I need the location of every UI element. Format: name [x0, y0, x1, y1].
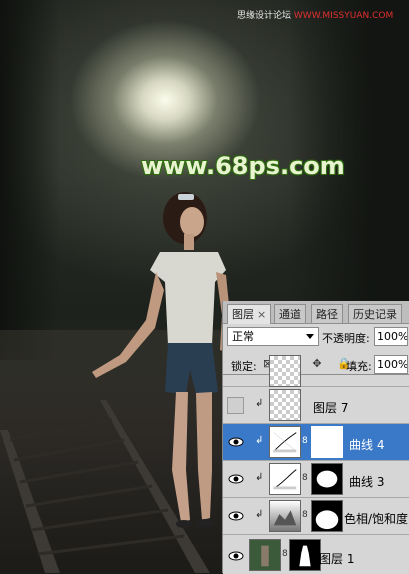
- tab-history-label: 历史记录: [353, 308, 397, 321]
- layer-mask-thumbnail[interactable]: [311, 463, 343, 495]
- tab-layers[interactable]: 图层 ×: [227, 304, 272, 324]
- tab-paths-label: 路径: [316, 308, 338, 321]
- link-icon[interactable]: 8: [302, 436, 308, 446]
- link-icon[interactable]: 8: [282, 549, 288, 559]
- panel-tabs: 图层 × 通道 路径 历史记录: [223, 301, 409, 324]
- fill-input[interactable]: 100%: [374, 355, 408, 374]
- clip-arrow-icon: ↲: [255, 472, 264, 483]
- tab-close-icon[interactable]: ×: [257, 308, 266, 321]
- eye-icon[interactable]: [227, 433, 245, 451]
- eye-icon[interactable]: [227, 507, 245, 525]
- hue-saturation-adjustment-icon: [269, 500, 301, 532]
- visibility-toggle-empty[interactable]: [227, 397, 244, 414]
- layer-name: 色相/饱和度: [344, 512, 409, 526]
- layer-thumbnail: [269, 389, 301, 421]
- lock-label: 锁定:: [231, 360, 257, 373]
- watermark: 思缘设计论坛 WWW.MISSYUAN.COM: [237, 8, 393, 21]
- watermark-site: WWW.MISSYUAN.COM: [293, 11, 394, 21]
- link-icon[interactable]: 8: [302, 473, 308, 483]
- layer-name: 曲线 4: [349, 438, 385, 452]
- tab-channels[interactable]: 通道: [274, 304, 306, 323]
- layer-name: 图层 7: [313, 401, 349, 415]
- curves-adjustment-icon: [269, 426, 301, 458]
- eye-icon[interactable]: [227, 470, 245, 488]
- clip-arrow-icon: ↲: [255, 435, 264, 446]
- fill-label: 填充:: [346, 360, 372, 373]
- tab-paths[interactable]: 路径: [311, 304, 343, 323]
- layer-row-hue-saturation[interactable]: ↲ 8 色相/饱和度: [223, 498, 409, 535]
- eye-icon[interactable]: [227, 547, 245, 565]
- chevron-down-icon: [306, 334, 314, 339]
- layer-row-curves4[interactable]: ↲ 8 曲线 4: [223, 424, 409, 461]
- layer-mask-thumbnail[interactable]: [289, 539, 321, 571]
- clip-arrow-icon: ↲: [255, 509, 264, 520]
- overlay-site-text: www.68ps.com: [141, 152, 345, 180]
- tab-layers-label: 图层: [232, 308, 254, 321]
- layer-name: 图层 1: [319, 552, 355, 566]
- clip-arrow-icon: ↲: [255, 398, 264, 409]
- layers-list: ↲ 图层 7 ↲ 8 曲线 4 ↲ 8 曲线 3 ↲ 8 色相/饱和度 8 图层…: [223, 355, 409, 574]
- blend-mode-value: 正常: [232, 330, 254, 343]
- link-icon[interactable]: 8: [302, 510, 308, 520]
- layer-mask-thumbnail[interactable]: [311, 426, 343, 458]
- layer-name: 曲线 3: [349, 475, 385, 489]
- layer-thumbnail-photo: [249, 539, 281, 571]
- layer-row-curves3[interactable]: ↲ 8 曲线 3: [223, 461, 409, 498]
- tab-history[interactable]: 历史记录: [348, 304, 402, 323]
- watermark-prefix: 思缘设计论坛: [237, 11, 292, 21]
- layer-mask-thumbnail[interactable]: [311, 500, 343, 532]
- curves-adjustment-icon: [269, 463, 301, 495]
- opacity-input[interactable]: 100%: [374, 327, 408, 346]
- opacity-label: 不透明度:: [322, 332, 370, 345]
- blend-mode-select[interactable]: 正常: [227, 327, 319, 346]
- layer-thumbnail: [269, 355, 301, 387]
- layer-row[interactable]: [223, 355, 409, 387]
- layers-panel: 图层 × 通道 路径 历史记录 正常 不透明度: 100% 锁定: ⊠ ✎ ✥ 🔒…: [222, 301, 409, 574]
- layer-row-layer7[interactable]: ↲ 图层 7: [223, 387, 409, 424]
- tab-channels-label: 通道: [279, 308, 301, 321]
- layer-row-layer1[interactable]: 8 图层 1: [223, 535, 409, 574]
